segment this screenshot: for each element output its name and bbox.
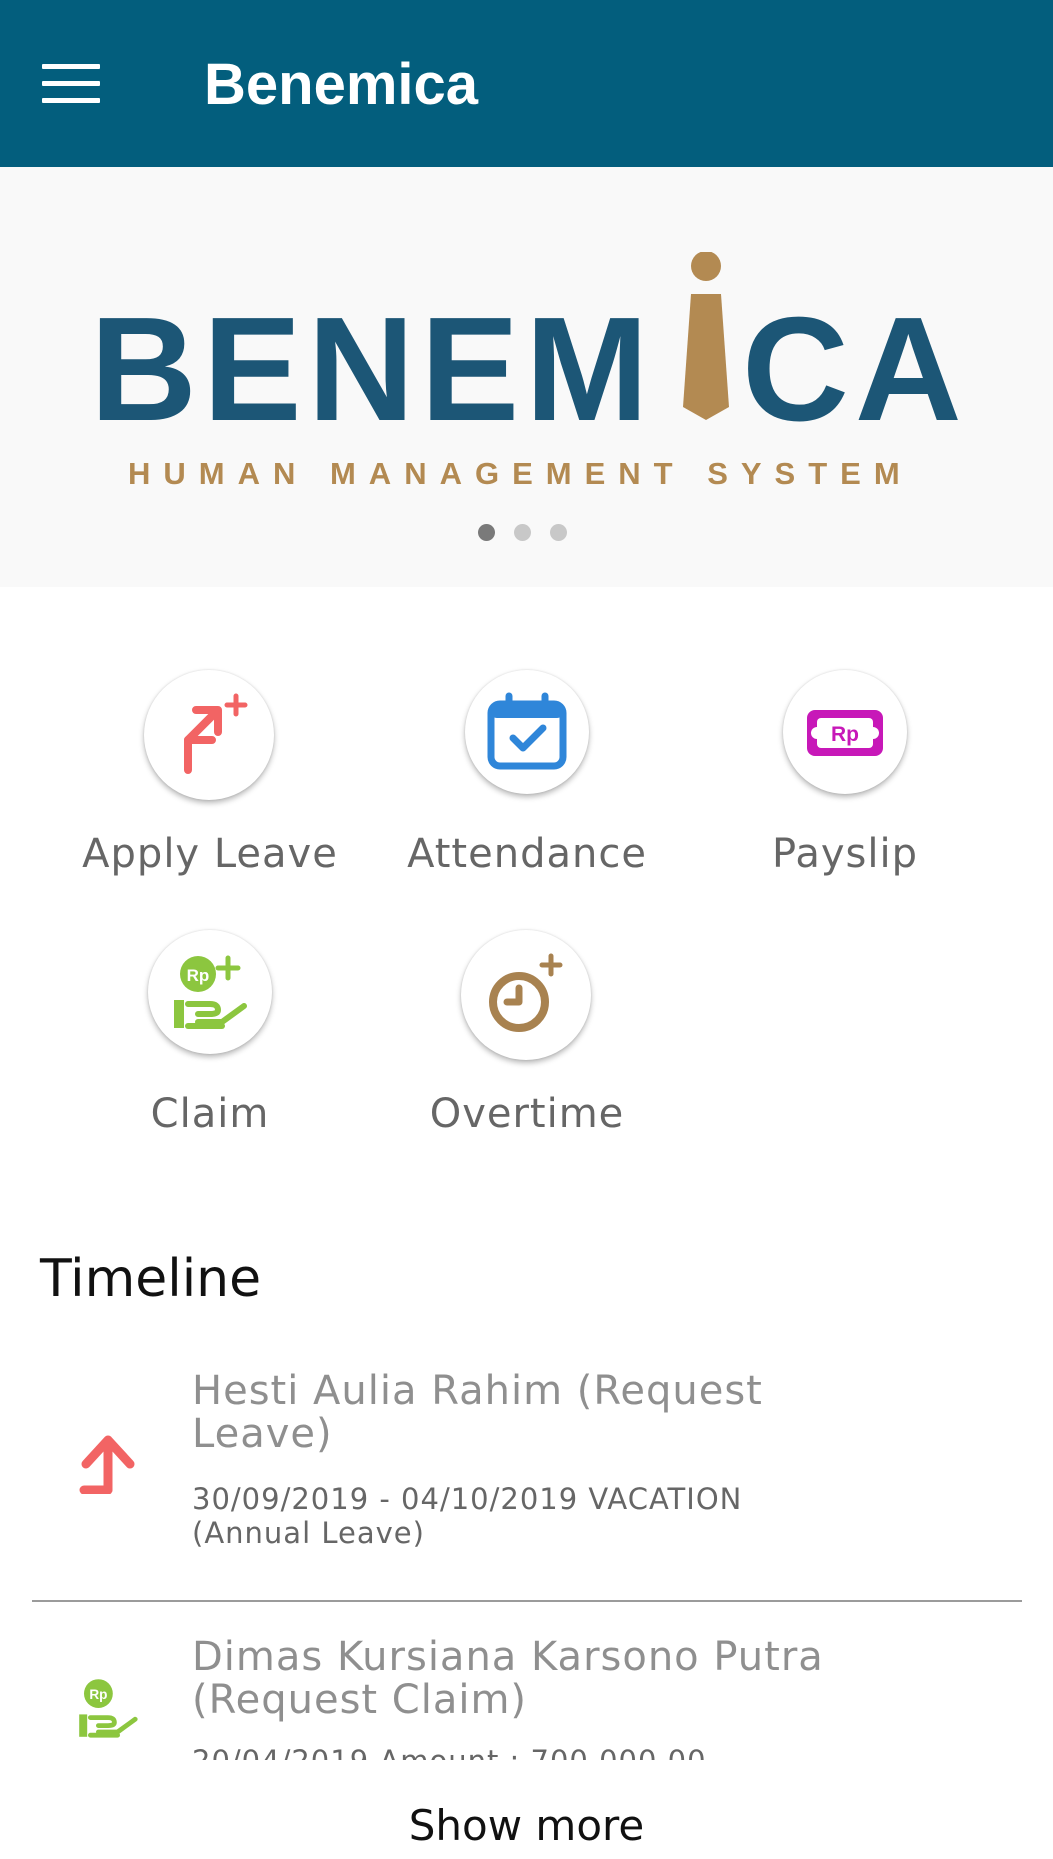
leave-arrow-icon (79, 1435, 135, 1494)
timeline-item[interactable]: Hesti Aulia Rahim (Request Leave) 30/09/… (0, 1370, 1053, 1600)
claim-rp-hand-icon: Rp (174, 955, 247, 1029)
claim-icon-button[interactable]: Rp (148, 930, 272, 1054)
menu-label: Overtime (429, 1091, 625, 1137)
show-more-button[interactable]: Show more (0, 1800, 1053, 1852)
timeline-item-title: Hesti Aulia Rahim (Request Leave) (192, 1368, 763, 1457)
carousel-dot-3[interactable] (550, 524, 567, 541)
menu-label: Payslip (772, 831, 918, 877)
app-bar: Benemica (0, 0, 1053, 167)
carousel-dot-2[interactable] (514, 524, 531, 541)
logo-i-dot (691, 252, 721, 281)
timeline-item-subtitle: 30/09/2019 - 04/10/2019 VACATION (Annual… (192, 1482, 743, 1550)
app-title: Benemica (204, 52, 479, 117)
payslip-rp-icon: Rp (807, 710, 883, 756)
attendance-icon-button[interactable] (465, 670, 589, 794)
timeline-divider (32, 1600, 1022, 1602)
logo-word-right: CA (742, 287, 968, 452)
benemica-logo: BENEM CA HUMAN MANAGEMENT SYSTEM (90, 252, 968, 491)
svg-text:Rp: Rp (187, 966, 210, 985)
banner-carousel[interactable]: BENEM CA HUMAN MANAGEMENT SYSTEM (0, 167, 1053, 587)
apply-leave-icon-button[interactable] (144, 670, 274, 800)
payslip-icon-button[interactable]: Rp (783, 670, 907, 794)
hamburger-menu-icon[interactable] (42, 64, 100, 104)
svg-text:Rp: Rp (831, 723, 859, 746)
timeline-heading: Timeline (40, 1249, 262, 1309)
carousel-dot-1[interactable] (478, 524, 495, 541)
claim-rp-hand-icon: Rp (79, 1679, 138, 1738)
timeline-item[interactable]: Rp Dimas Kursiana Karsono Putra (Request… (0, 1636, 1053, 1766)
apply-leave-icon (184, 693, 248, 774)
menu-label: Claim (150, 1091, 270, 1137)
svg-text:Rp: Rp (89, 1687, 107, 1702)
menu-label: Attendance (407, 831, 647, 877)
overtime-clock-icon (489, 953, 563, 1032)
attendance-calendar-icon (487, 692, 567, 770)
timeline-item-title: Dimas Kursiana Karsono Putra (Request Cl… (192, 1636, 824, 1723)
logo-tagline: HUMAN MANAGEMENT SYSTEM (128, 456, 913, 491)
logo-i-tie (683, 294, 729, 420)
logo-word-left: BENEM (90, 287, 654, 452)
menu-label: Apply Leave (82, 831, 338, 877)
overtime-icon-button[interactable] (461, 930, 591, 1060)
